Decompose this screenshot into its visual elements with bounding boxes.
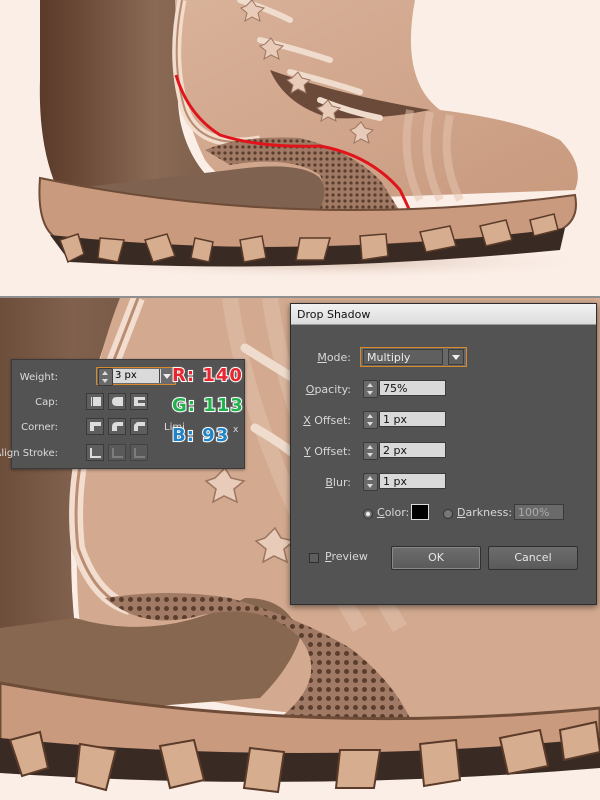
blur-field[interactable]: 1 px [379, 473, 446, 489]
weight-field[interactable]: 3 px [113, 369, 161, 383]
butt-cap-button[interactable] [86, 393, 104, 410]
bevel-join-button[interactable] [130, 418, 148, 435]
align-outside-button[interactable] [130, 444, 148, 461]
blur-label: Blur: [325, 476, 351, 489]
align-center-button[interactable] [86, 444, 104, 461]
round-join-icon [112, 422, 123, 431]
mode-dropdown[interactable]: Multiply [360, 347, 467, 367]
x-offset-label-text: Offset: [314, 414, 351, 427]
opacity-label-rest: pacity: [314, 383, 351, 396]
y-offset-stepper[interactable] [363, 442, 378, 460]
miter-join-button[interactable] [86, 418, 104, 435]
x-offset-field[interactable]: 1 px [379, 411, 446, 427]
color-radio[interactable] [363, 509, 373, 519]
miter-join-icon [90, 422, 101, 431]
dialog-title: Drop Shadow [291, 304, 596, 325]
drop-shadow-dialog: Drop Shadow Mode: Multiply Opacity: 75% … [290, 303, 597, 605]
darkness-field[interactable]: 100% [514, 504, 564, 520]
darkness-radio[interactable] [443, 509, 453, 519]
blur-label-rest: lur: [332, 476, 351, 489]
darkness-label-rest: arkness: [465, 506, 513, 519]
preview-checkbox[interactable] [309, 553, 319, 563]
weight-stepper[interactable] [98, 368, 113, 386]
limit-suffix: x [233, 425, 239, 435]
projecting-cap-icon [134, 397, 145, 406]
y-offset-field[interactable]: 2 px [379, 442, 446, 458]
round-cap-button[interactable] [108, 393, 126, 410]
align-outside-icon [134, 448, 145, 458]
corner-label: Corner: [21, 422, 58, 433]
bevel-join-icon [134, 422, 145, 431]
opacity-label: Opacity: [305, 383, 351, 396]
darkness-label: Darkness: [457, 506, 513, 519]
chevron-down-icon[interactable] [448, 349, 464, 365]
round-join-button[interactable] [108, 418, 126, 435]
chevron-down-icon[interactable] [159, 369, 173, 383]
rgb-red-value: R: 140 [171, 364, 243, 387]
boot-illustration-top [0, 0, 600, 297]
opacity-field[interactable]: 75% [379, 380, 446, 396]
y-offset-label: Y Offset: [304, 445, 351, 458]
preview-label: Preview [325, 550, 368, 563]
x-offset-stepper[interactable] [363, 411, 378, 429]
align-inside-icon [112, 448, 123, 458]
color-label-rest: olor: [384, 506, 410, 519]
shadow-color-swatch[interactable] [411, 504, 429, 520]
align-stroke-label: Align Stroke: [0, 448, 58, 459]
blur-stepper[interactable] [363, 473, 378, 491]
boot-drawing-top [38, 0, 600, 280]
mode-value[interactable]: Multiply [363, 349, 443, 365]
weight-dropdown[interactable]: 3 px [96, 367, 176, 386]
opacity-stepper[interactable] [363, 380, 378, 398]
x-offset-label: X Offset: [303, 414, 351, 427]
align-center-icon [90, 448, 101, 458]
mode-label-rest: ode: [326, 351, 351, 364]
align-inside-button[interactable] [108, 444, 126, 461]
round-cap-icon [112, 397, 123, 406]
weight-label: Weight: [19, 372, 58, 383]
cancel-button[interactable]: Cancel [488, 546, 578, 570]
ok-button[interactable]: OK [391, 546, 481, 570]
preview-label-rest: review [331, 550, 368, 563]
color-label: Color: [377, 506, 410, 519]
cap-label: Cap: [35, 397, 58, 408]
y-offset-label-text: Offset: [314, 445, 351, 458]
projecting-cap-button[interactable] [130, 393, 148, 410]
butt-cap-icon [91, 397, 101, 406]
rgb-blue-value: B: 93 [171, 424, 230, 447]
rgb-green-value: G: 113 [171, 394, 244, 417]
mode-label: Mode: [317, 351, 351, 364]
